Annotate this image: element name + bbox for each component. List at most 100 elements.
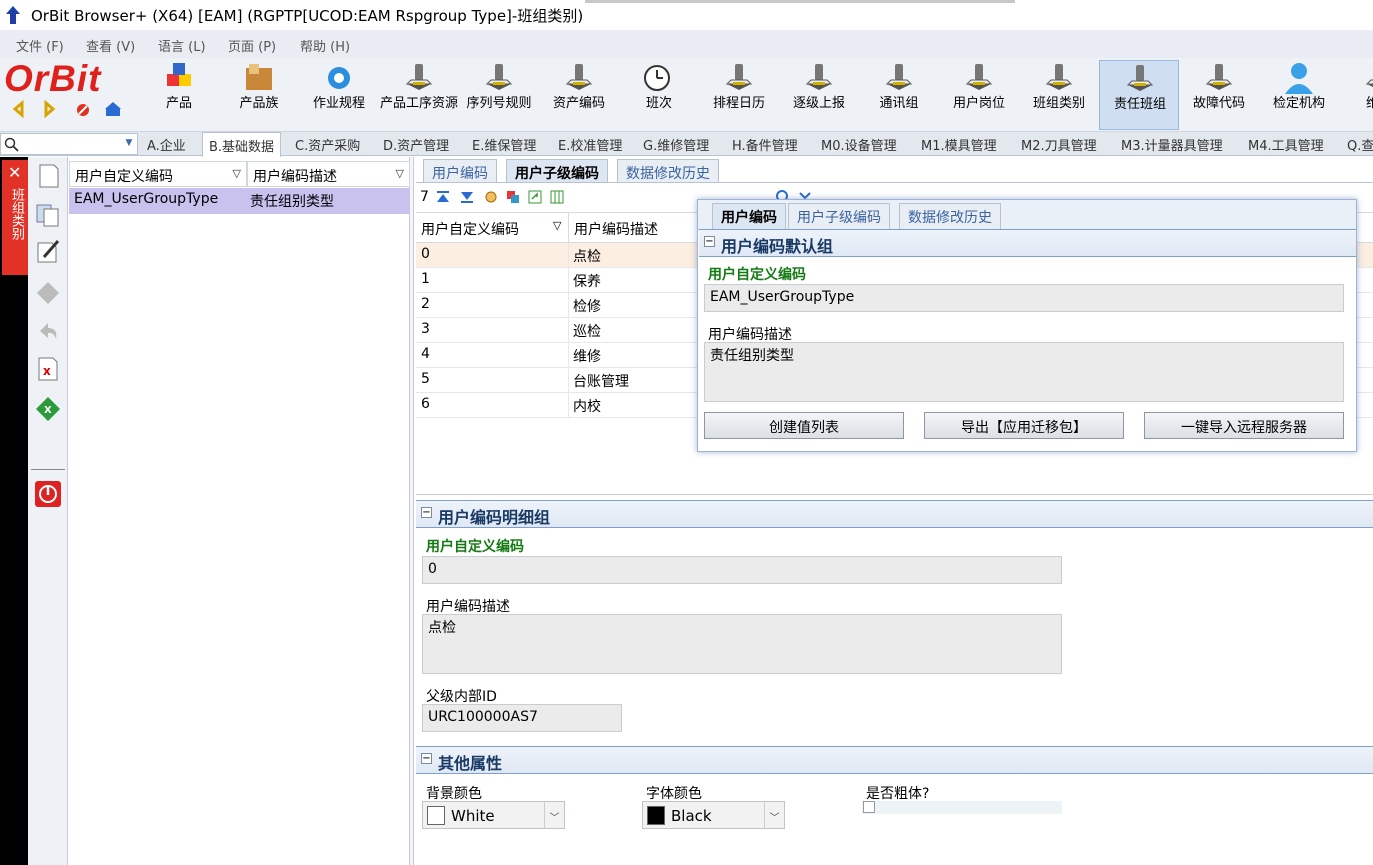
module-tab-5[interactable]: E.校准管理 bbox=[558, 135, 622, 155]
popup-section-header[interactable]: − 用户编码默认组 bbox=[699, 229, 1356, 257]
collapse-toggle-icon[interactable]: − bbox=[421, 753, 432, 764]
exit-icon[interactable] bbox=[34, 480, 62, 508]
font-color-select[interactable]: Black ﹀ bbox=[642, 801, 785, 829]
tab-user-code[interactable]: 用户编码 bbox=[423, 159, 497, 183]
toolbar-button-6[interactable]: 班次 bbox=[619, 60, 699, 130]
vertical-toolbar: x X bbox=[28, 157, 68, 865]
cell-divider bbox=[568, 343, 569, 367]
side-tab-team-category[interactable]: ✕ 班组类别 bbox=[2, 160, 28, 275]
cell-desc: 责任组别类型 bbox=[250, 194, 334, 210]
menu-language[interactable]: 语言 (L) bbox=[158, 36, 206, 55]
tab-data-history[interactable]: 数据修改历史 bbox=[617, 159, 719, 183]
popup-tab-data-history[interactable]: 数据修改历史 bbox=[899, 203, 1001, 230]
module-tab-9[interactable]: M1.模具管理 bbox=[921, 135, 997, 155]
left-grid-header-desc[interactable]: 用户编码描述 ▽ bbox=[247, 161, 410, 187]
collapse-toggle-icon[interactable]: − bbox=[704, 236, 715, 247]
first-record-icon[interactable] bbox=[436, 190, 450, 204]
chevron-down-icon[interactable]: ﹀ bbox=[544, 802, 564, 828]
stamp-icon bbox=[1205, 64, 1233, 90]
export-migration-button[interactable]: 导出【应用迁移包】 bbox=[924, 412, 1124, 439]
popup-tab-user-child-code[interactable]: 用户子级编码 bbox=[788, 203, 890, 230]
toolbar-button-1[interactable]: 产品族 bbox=[219, 60, 299, 130]
color-swatch bbox=[647, 806, 665, 825]
menu-page[interactable]: 页面 (P) bbox=[228, 36, 276, 55]
copy-icon[interactable] bbox=[506, 190, 520, 204]
table-row[interactable]: EAM_UserGroupType 责任组别类型 bbox=[69, 188, 410, 214]
toolbar-button-label: 序列号规则 bbox=[466, 96, 532, 111]
menu-file[interactable]: 文件 (F) bbox=[16, 36, 64, 55]
toolbar-button-2[interactable]: 作业规程 bbox=[299, 60, 379, 130]
toolbar-button-14[interactable]: 检定机构 bbox=[1259, 60, 1339, 130]
popup-desc-field[interactable]: 责任组别类型 bbox=[704, 342, 1344, 402]
chevron-down-icon[interactable]: ﹀ bbox=[764, 802, 784, 828]
toolbar-button-5[interactable]: 资产编码 bbox=[539, 60, 619, 130]
search-input[interactable]: ▼ bbox=[0, 133, 138, 155]
popup-code-field[interactable]: EAM_UserGroupType bbox=[704, 284, 1344, 312]
toolbar-button-8[interactable]: 逐级上报 bbox=[779, 60, 859, 130]
right-grid-header-desc[interactable]: 用户编码描述 bbox=[574, 219, 658, 239]
module-tab-13[interactable]: Q.查 bbox=[1347, 135, 1373, 155]
cell-code: 3 bbox=[421, 321, 430, 337]
toolbar-button-7[interactable]: 排程日历 bbox=[699, 60, 779, 130]
toolbar-button-0[interactable]: 产品 bbox=[139, 60, 219, 130]
filter-icon[interactable]: ▽ bbox=[553, 219, 561, 232]
forward-arrow-icon[interactable] bbox=[42, 100, 56, 118]
module-tab-2[interactable]: C.资产采购 bbox=[295, 135, 360, 155]
module-tab-10[interactable]: M2.刀具管理 bbox=[1021, 135, 1097, 155]
bg-color-select[interactable]: White ﹀ bbox=[422, 801, 565, 829]
menu-help[interactable]: 帮助 (H) bbox=[300, 36, 350, 55]
collapse-toggle-icon[interactable]: − bbox=[421, 507, 432, 518]
copy-document-icon[interactable] bbox=[34, 200, 62, 228]
toolbar-button-label: 资产编码 bbox=[552, 96, 605, 111]
detail-code-field[interactable]: 0 bbox=[422, 556, 1062, 584]
hand-icon[interactable] bbox=[484, 190, 498, 204]
other-section-header[interactable]: − 其他属性 bbox=[416, 746, 1373, 774]
filter-icon[interactable]: ▽ bbox=[233, 167, 241, 180]
back-arrow-icon[interactable] bbox=[12, 100, 26, 118]
stop-icon[interactable] bbox=[75, 100, 91, 118]
menu-view[interactable]: 查看 (V) bbox=[86, 36, 135, 55]
module-tab-1[interactable]: B.基础数据 bbox=[202, 132, 282, 157]
toolbar-button-10[interactable]: 用户岗位 bbox=[939, 60, 1019, 130]
bold-label: 是否粗体? bbox=[866, 786, 930, 802]
tab-user-child-code[interactable]: 用户子级编码 bbox=[506, 159, 608, 183]
home-icon[interactable] bbox=[104, 100, 122, 118]
module-tab-0[interactable]: A.企业 bbox=[147, 135, 186, 155]
edit-icon[interactable] bbox=[34, 237, 62, 265]
toolbar-button-9[interactable]: 通讯组 bbox=[859, 60, 939, 130]
module-tab-6[interactable]: G.维修管理 bbox=[643, 135, 709, 155]
toolbar-button-label: 检定机构 bbox=[1272, 96, 1325, 111]
module-tab-4[interactable]: E.维保管理 bbox=[472, 135, 536, 155]
filter-icon[interactable]: ▽ bbox=[396, 167, 404, 180]
new-document-icon[interactable] bbox=[34, 162, 62, 190]
delete-icon[interactable]: x bbox=[34, 355, 62, 383]
module-tab-8[interactable]: M0.设备管理 bbox=[821, 135, 897, 155]
toolbar-button-4[interactable]: 序列号规则 bbox=[459, 60, 539, 130]
left-grid-header-code[interactable]: 用户自定义编码 ▽ bbox=[69, 161, 247, 187]
module-tab-7[interactable]: H.备件管理 bbox=[732, 135, 798, 155]
parent-id-field[interactable]: URC100000AS7 bbox=[422, 704, 622, 732]
box-icon bbox=[246, 64, 272, 90]
module-tab-11[interactable]: M3.计量器具管理 bbox=[1121, 135, 1223, 155]
last-record-icon[interactable] bbox=[460, 190, 474, 204]
module-tab-3[interactable]: D.资产管理 bbox=[383, 135, 449, 155]
create-value-list-button[interactable]: 创建值列表 bbox=[704, 412, 904, 439]
columns-icon[interactable] bbox=[550, 190, 564, 204]
detail-section-header[interactable]: − 用户编码明细组 bbox=[416, 500, 1373, 528]
excel-export-icon[interactable]: X bbox=[34, 395, 62, 423]
refresh-icon[interactable] bbox=[528, 190, 542, 204]
module-tab-12[interactable]: M4.工具管理 bbox=[1248, 135, 1324, 155]
search-dropdown-icon[interactable]: ▼ bbox=[123, 138, 135, 150]
toolbar-button-12[interactable]: 责任班组 bbox=[1099, 60, 1179, 130]
bold-checkbox[interactable] bbox=[863, 801, 875, 813]
right-grid-header-code[interactable]: 用户自定义编码 bbox=[421, 219, 519, 239]
toolbar-button-11[interactable]: 班组类别 bbox=[1019, 60, 1099, 130]
detail-desc-field[interactable]: 点检 bbox=[422, 614, 1062, 674]
toolbar-button-15[interactable]: 维保 bbox=[1339, 60, 1373, 130]
toolbar-button-13[interactable]: 故障代码 bbox=[1179, 60, 1259, 130]
stamp-icon bbox=[965, 64, 993, 90]
popup-tab-user-code[interactable]: 用户编码 bbox=[712, 203, 786, 230]
import-remote-button[interactable]: 一键导入远程服务器 bbox=[1144, 412, 1344, 439]
toolbar-button-3[interactable]: 产品工序资源 bbox=[379, 60, 459, 130]
close-icon[interactable]: ✕ bbox=[8, 163, 21, 182]
